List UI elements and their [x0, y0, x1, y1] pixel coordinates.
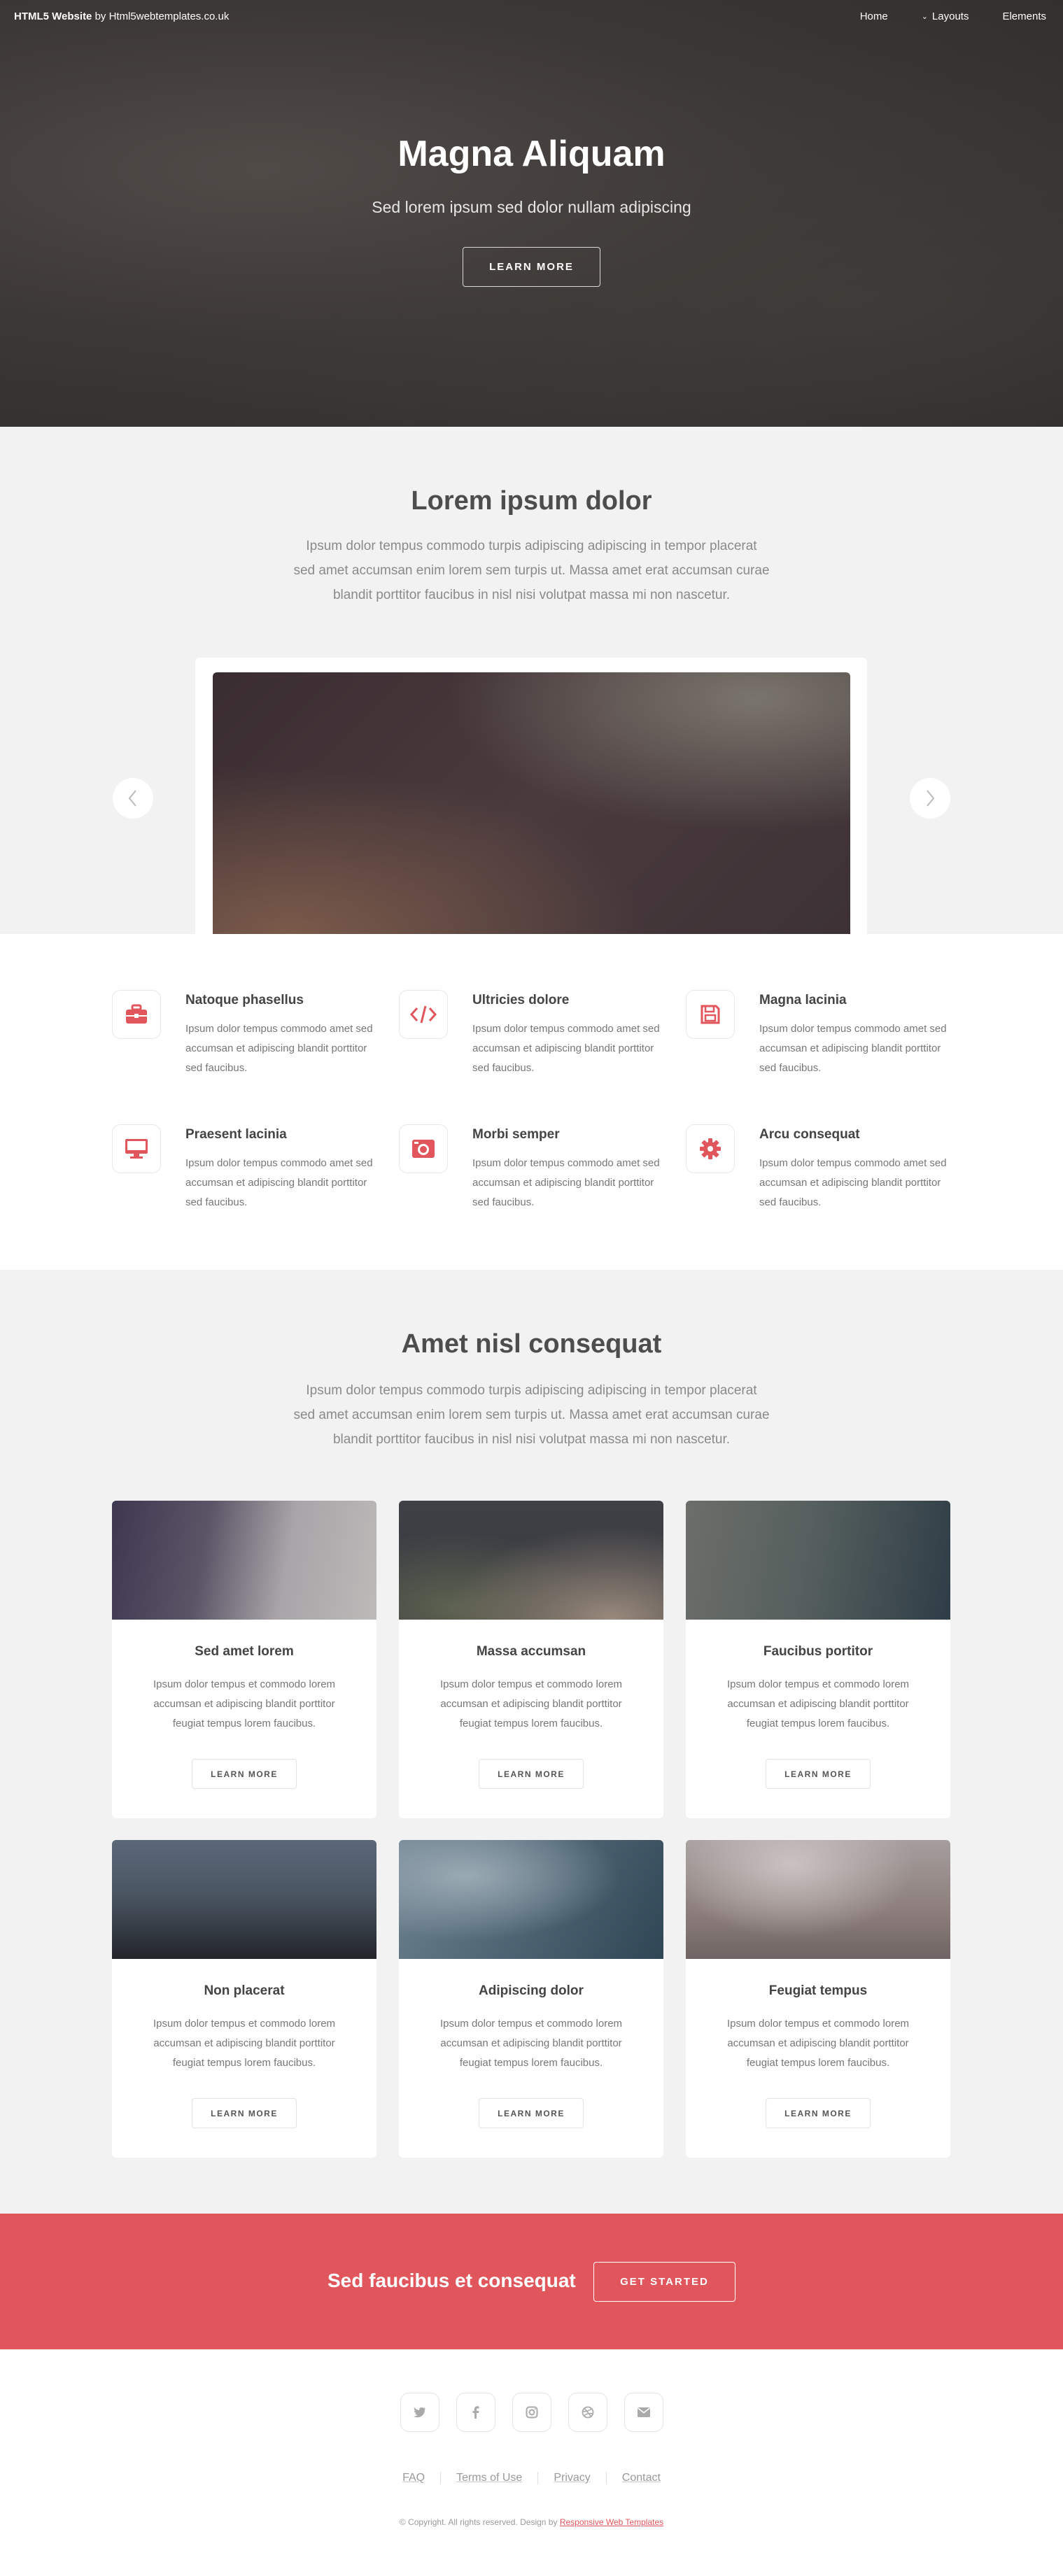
nav-layouts[interactable]: ⌄ Layouts [922, 10, 969, 22]
card-title: Feugiat tempus [768, 1983, 868, 1998]
banner-learn-more-button[interactable]: LEARN MORE [463, 247, 600, 287]
card-text: Ipsum dolor tempus et commodo lorem accu… [153, 1678, 336, 1729]
footer-link-contact[interactable]: Contact [605, 2472, 676, 2484]
feature-title: Magna lacinia [759, 993, 847, 1007]
features-section: Natoque phasellus Ipsum dolor tempus com… [0, 934, 1063, 1270]
card: Adipiscing dolor Ipsum dolor tempus et c… [399, 1840, 663, 2158]
card-text: Ipsum dolor tempus et commodo lorem accu… [439, 2018, 623, 2069]
code-icon [399, 990, 448, 1039]
card-text: Ipsum dolor tempus et commodo lorem accu… [153, 2018, 336, 2069]
footer-link-terms[interactable]: Terms of Use [440, 2472, 537, 2484]
card-image [112, 1840, 376, 1959]
desktop-icon [112, 1124, 161, 1173]
feature-title: Praesent lacinia [185, 1127, 287, 1142]
card-learn-more-button[interactable]: LEARN MORE [192, 2098, 297, 2128]
cta-section: Sed faucibus et consequat GET STARTED [0, 2214, 1063, 2349]
envelope-icon[interactable] [624, 2393, 663, 2432]
card-learn-more-button[interactable]: LEARN MORE [479, 2098, 584, 2128]
main-nav: Home ⌄ Layouts Elements [860, 10, 1046, 22]
card-title: Massa accumsan [476, 1644, 586, 1659]
feature-title: Ultricies dolore [472, 993, 570, 1007]
get-started-button[interactable]: GET STARTED [593, 2262, 735, 2302]
nav-elements[interactable]: Elements [1002, 10, 1046, 22]
feature-text: Ipsum dolor tempus commodo amet sed accu… [185, 1023, 373, 1074]
instagram-icon[interactable] [512, 2393, 551, 2432]
banner-title: Magna Aliquam [397, 134, 666, 174]
card-text: Ipsum dolor tempus et commodo lorem accu… [439, 1678, 623, 1729]
intro-title: Lorem ipsum dolor [411, 486, 652, 516]
footer-link-faq[interactable]: FAQ [387, 2472, 440, 2484]
feature-title: Morbi semper [472, 1127, 560, 1142]
feature-text: Ipsum dolor tempus commodo amet sed accu… [472, 1157, 660, 1208]
card-image [399, 1501, 663, 1620]
card: Feugiat tempus Ipsum dolor tempus et com… [686, 1840, 950, 2158]
top-navigation-bar: HTML5 Website by Html5webtemplates.co.uk… [0, 0, 1063, 34]
feature-text: Ipsum dolor tempus commodo amet sed accu… [472, 1023, 660, 1074]
feature-title: Arcu consequat [759, 1127, 860, 1142]
banner-subtitle: Sed lorem ipsum sed dolor nullam adipisc… [372, 198, 691, 216]
card: Faucibus portitor Ipsum dolor tempus et … [686, 1501, 950, 1818]
card-image [112, 1501, 376, 1620]
card-text: Ipsum dolor tempus et commodo lorem accu… [726, 1678, 910, 1729]
twitter-icon[interactable] [400, 2393, 439, 2432]
cog-icon [686, 1124, 735, 1173]
nav-home[interactable]: Home [860, 10, 888, 22]
feature-title: Natoque phasellus [185, 993, 304, 1007]
card-learn-more-button[interactable]: LEARN MORE [479, 1759, 584, 1789]
credit-link[interactable]: Responsive Web Templates [560, 2517, 663, 2527]
card-title: Non placerat [204, 1983, 285, 1998]
card-learn-more-button[interactable]: LEARN MORE [192, 1759, 297, 1789]
intro-text: Ipsum dolor tempus commodo turpis adipis… [293, 539, 770, 602]
banner: HTML5 Website by Html5webtemplates.co.uk… [0, 0, 1063, 427]
card: Sed amet lorem Ipsum dolor tempus et com… [112, 1501, 376, 1818]
feature-text: Ipsum dolor tempus commodo amet sed accu… [759, 1023, 947, 1074]
card-text: Ipsum dolor tempus et commodo lorem accu… [726, 2018, 910, 2069]
feature-text: Ipsum dolor tempus commodo amet sed accu… [185, 1157, 373, 1208]
facebook-icon[interactable] [456, 2393, 495, 2432]
social-links [400, 2393, 663, 2432]
footer-link-privacy[interactable]: Privacy [537, 2472, 605, 2484]
footer: FAQ Terms of Use Privacy Contact © Copyr… [0, 2349, 1063, 2576]
site-brand[interactable]: HTML5 Website by Html5webtemplates.co.uk [14, 10, 229, 22]
chevron-down-icon: ⌄ [921, 13, 928, 21]
cards-section-text: Ipsum dolor tempus commodo turpis adipis… [293, 1383, 770, 1447]
card-image [686, 1501, 950, 1620]
card-learn-more-button[interactable]: LEARN MORE [766, 1759, 871, 1789]
card-image [399, 1840, 663, 1959]
save-icon [686, 990, 735, 1039]
chevron-right-icon [927, 790, 935, 807]
card: Massa accumsan Ipsum dolor tempus et com… [399, 1501, 663, 1818]
cards-section-title: Amet nisl consequat [401, 1329, 662, 1359]
slider-next-button[interactable] [910, 778, 950, 819]
footer-links: FAQ Terms of Use Privacy Contact [0, 2472, 1063, 2484]
briefcase-icon [112, 990, 161, 1039]
feature-text: Ipsum dolor tempus commodo amet sed accu… [759, 1157, 947, 1208]
cta-text: Sed faucibus et consequat [328, 2270, 576, 2291]
card-image [686, 1840, 950, 1959]
slider-image [213, 672, 850, 934]
card-title: Sed amet lorem [195, 1644, 294, 1659]
card-title: Faucibus portitor [763, 1644, 873, 1659]
chevron-left-icon [128, 790, 136, 807]
slider-prev-button[interactable] [113, 778, 153, 819]
card: Non placerat Ipsum dolor tempus et commo… [112, 1840, 376, 2158]
card-learn-more-button[interactable]: LEARN MORE [766, 2098, 871, 2128]
card-title: Adipiscing dolor [479, 1983, 584, 1998]
copyright: © Copyright. All rights reserved. Design… [399, 2517, 664, 2527]
dribbble-icon[interactable] [568, 2393, 607, 2432]
camera-icon [399, 1124, 448, 1173]
